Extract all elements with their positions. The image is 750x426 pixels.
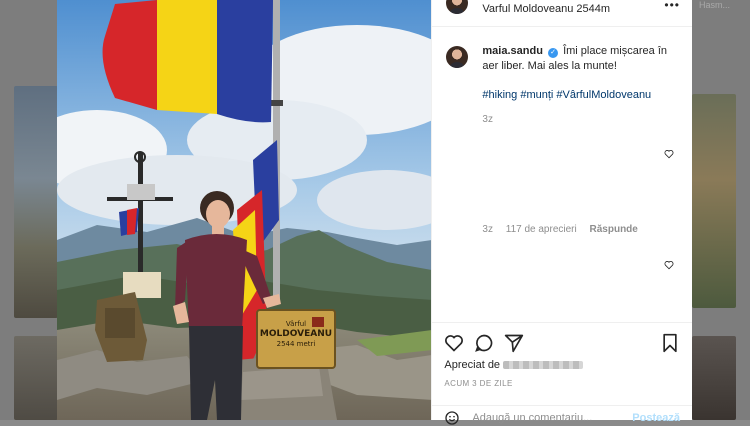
emoji-icon[interactable]: [444, 410, 460, 426]
liked-by[interactable]: Apreciat de: [444, 359, 584, 371]
post-actions: Apreciat de ACUM 3 DE ZILE Postează: [432, 322, 692, 426]
avatar[interactable]: [446, 0, 469, 14]
post-modal: Vârful MOLDOVEANU 2544 metri Varful Mold…: [57, 0, 692, 426]
caption-timestamp[interactable]: 3z: [482, 114, 493, 125]
comment-likes-count[interactable]: 117 de aprecieri: [506, 224, 577, 235]
comment-like-heart-icon[interactable]: [664, 149, 674, 159]
post-timestamp[interactable]: ACUM 3 DE ZILE: [444, 379, 512, 388]
comment-timestamp[interactable]: 3z: [482, 224, 493, 235]
background-post-thumbnail[interactable]: [692, 336, 736, 420]
comment-box: Postează: [432, 405, 692, 426]
post-comment-button[interactable]: Postează: [632, 412, 680, 424]
comment-input[interactable]: [472, 412, 623, 424]
comment-bubble-icon[interactable]: [474, 333, 494, 353]
post-photo[interactable]: Vârful MOLDOVEANU 2544 metri: [57, 0, 432, 420]
post-header: Varful Moldoveanu 2544m •••: [432, 0, 692, 27]
background-post-thumbnail[interactable]: [692, 94, 736, 308]
heart-icon[interactable]: [444, 333, 464, 353]
comment-like-heart-icon[interactable]: [664, 260, 674, 270]
mountain-summit-photo: [57, 0, 432, 420]
verified-badge-icon: ✓: [548, 48, 558, 58]
sign-line-1: Vârful: [285, 320, 307, 328]
hashtags[interactable]: #hiking #munți #VârfulMoldoveanu: [482, 89, 651, 101]
background-post-thumbnail[interactable]: [14, 336, 58, 420]
paper-plane-icon[interactable]: [504, 333, 524, 353]
caption-avatar[interactable]: [446, 46, 469, 68]
liked-by-names-redacted: [503, 361, 584, 370]
post-sidebar: Varful Moldoveanu 2544m ••• maia.sandu ✓…: [431, 0, 692, 426]
summit-sign-text: Vârful MOLDOVEANU 2544 metri: [257, 320, 335, 349]
sign-line-3: 2544 metri: [276, 340, 316, 348]
bookmark-icon[interactable]: [660, 333, 680, 353]
liked-by-label: Apreciat de: [444, 359, 501, 371]
username[interactable]: maia.sandu: [482, 45, 543, 57]
sign-line-2: MOLDOVEANU: [259, 329, 333, 339]
background-post-thumbnail[interactable]: [14, 86, 58, 318]
comment-meta: 3z 117 de aprecieri Răspunde: [482, 224, 637, 235]
reply-button[interactable]: Răspunde: [590, 224, 638, 235]
more-options-icon[interactable]: •••: [664, 0, 680, 12]
background-top-text: Hasm...: [698, 0, 730, 10]
location-link[interactable]: Varful Moldoveanu 2544m: [482, 3, 610, 15]
caption: maia.sandu ✓ Îmi place mișcarea în aer l…: [482, 44, 682, 74]
